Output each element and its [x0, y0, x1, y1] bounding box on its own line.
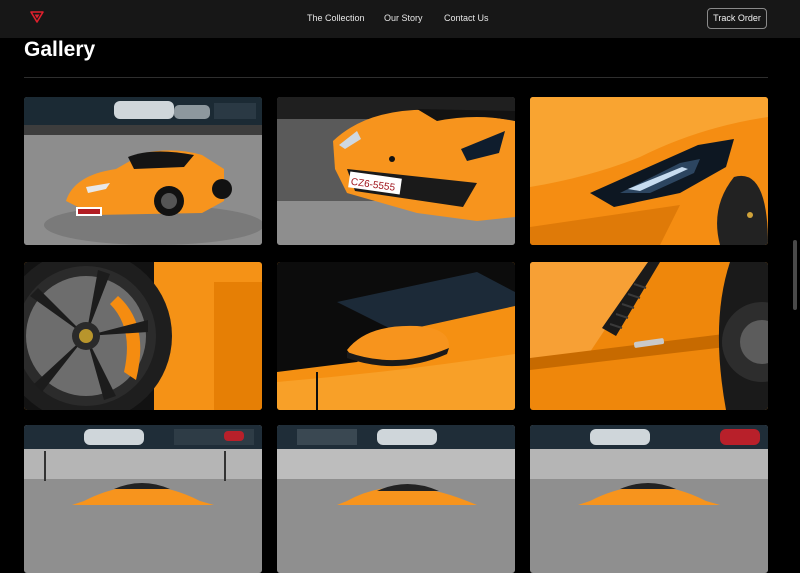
gallery-image-9[interactable] — [530, 425, 768, 573]
gallery-image-2[interactable]: CZ6-5555 — [277, 97, 515, 245]
section-divider — [24, 77, 768, 78]
scrollbar-thumb[interactable] — [793, 240, 797, 310]
car-photo-headlight — [530, 97, 768, 245]
car-photo-rear-2 — [530, 425, 768, 573]
car-photo-front-bumper: CZ6-5555 — [277, 97, 515, 245]
car-photo-wheel — [24, 262, 262, 410]
gallery-image-6[interactable] — [530, 262, 768, 410]
nav-link-the-collection[interactable]: The Collection — [307, 13, 365, 23]
main-nav: The Collection Our Story Contact Us — [0, 0, 800, 38]
page-title: Gallery — [24, 38, 96, 61]
gallery-image-5[interactable] — [277, 262, 515, 410]
gallery-image-4[interactable] — [24, 262, 262, 410]
gallery-image-8[interactable] — [277, 425, 515, 573]
car-photo-front-quarter — [24, 97, 262, 245]
car-photo-front — [277, 425, 515, 573]
gallery-image-3[interactable] — [530, 97, 768, 245]
gallery-image-7[interactable] — [24, 425, 262, 573]
track-order-button[interactable]: Track Order — [707, 8, 767, 29]
car-photo-side-vent — [530, 262, 768, 410]
gallery-image-1[interactable] — [24, 97, 262, 245]
nav-link-contact-us[interactable]: Contact Us — [444, 13, 489, 23]
top-navbar: The Collection Our Story Contact Us Trac… — [0, 0, 800, 38]
nav-link-our-story[interactable]: Our Story — [384, 13, 423, 23]
car-photo-rear — [24, 425, 262, 573]
car-photo-mirror — [277, 262, 515, 410]
